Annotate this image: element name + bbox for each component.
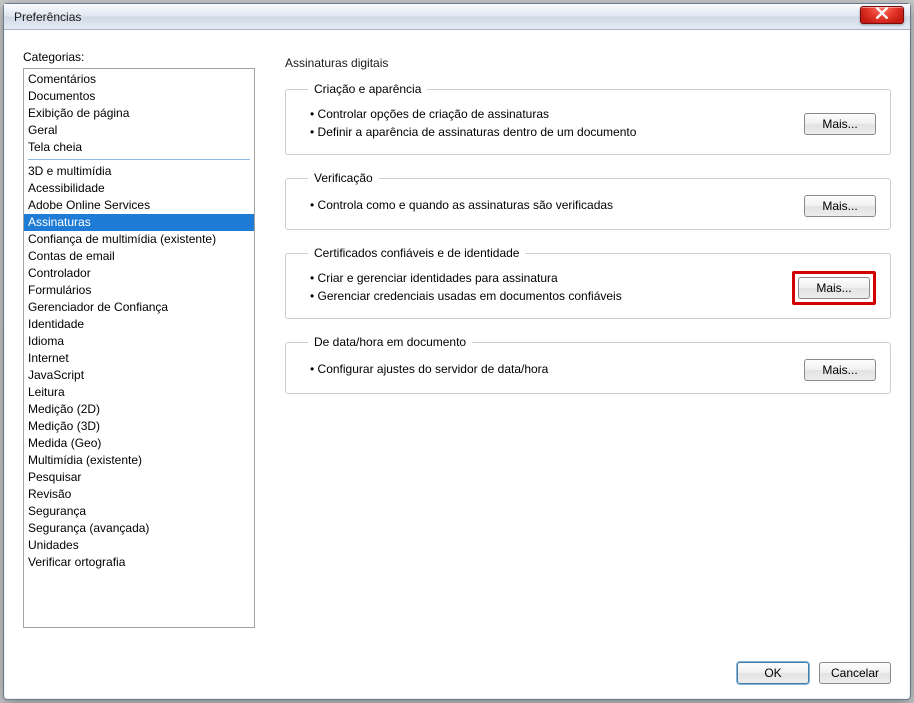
category-item[interactable]: Comentários [24, 71, 254, 88]
panel-title: Assinaturas digitais [285, 56, 891, 70]
category-item[interactable]: Controlador [24, 265, 254, 282]
close-button[interactable] [860, 6, 904, 24]
description-line: Configurar ajustes do servidor de data/h… [310, 361, 792, 377]
section-row: Controlar opções de criação de assinatur… [300, 96, 876, 142]
section-description: Controla como e quando as assinaturas sã… [300, 197, 792, 215]
category-item[interactable]: Multimídia (existente) [24, 452, 254, 469]
ok-button[interactable]: OK [737, 662, 809, 684]
section-legend: Verificação [308, 171, 379, 185]
category-item[interactable]: Formulários [24, 282, 254, 299]
category-separator [28, 159, 250, 160]
category-item[interactable]: Verificar ortografia [24, 554, 254, 571]
category-item[interactable]: Internet [24, 350, 254, 367]
highlight-ring: Mais... [792, 271, 876, 305]
category-item[interactable]: Unidades [24, 537, 254, 554]
categories-list[interactable]: ComentáriosDocumentosExibição de páginaG… [23, 68, 255, 628]
category-item[interactable]: Documentos [24, 88, 254, 105]
category-item[interactable]: Medida (Geo) [24, 435, 254, 452]
category-item[interactable]: Contas de email [24, 248, 254, 265]
section-group: Criação e aparência Controlar opções de c… [285, 82, 891, 155]
section-group: De data/hora em documento Configurar ajus… [285, 335, 891, 394]
description-line: Controlar opções de criação de assinatur… [310, 106, 792, 122]
section-description: Configurar ajustes do servidor de data/h… [300, 361, 792, 379]
category-item[interactable]: Segurança (avançada) [24, 520, 254, 537]
section-row: Controla como e quando as assinaturas sã… [300, 185, 876, 217]
category-item[interactable]: Medição (2D) [24, 401, 254, 418]
category-item[interactable]: Exibição de página [24, 105, 254, 122]
preferences-window: Preferências Categorias: ComentáriosDocu… [3, 3, 911, 700]
more-button[interactable]: Mais... [804, 359, 876, 381]
description-line: Criar e gerenciar identidades para assin… [310, 270, 780, 286]
cancel-button[interactable]: Cancelar [819, 662, 891, 684]
category-item[interactable]: Segurança [24, 503, 254, 520]
section-row: Criar e gerenciar identidades para assin… [300, 260, 876, 306]
section-description: Controlar opções de criação de assinatur… [300, 106, 792, 142]
section-legend: Criação e aparência [308, 82, 427, 96]
signatures-panel: Assinaturas digitais Criação e aparência… [285, 50, 891, 652]
section-row: Configurar ajustes do servidor de data/h… [300, 349, 876, 381]
category-item[interactable]: Geral [24, 122, 254, 139]
category-item[interactable]: Medição (3D) [24, 418, 254, 435]
description-line: Gerenciar credenciais usadas em document… [310, 288, 780, 304]
category-item[interactable]: JavaScript [24, 367, 254, 384]
category-item[interactable]: Idioma [24, 333, 254, 350]
main-row: Categorias: ComentáriosDocumentosExibiçã… [23, 50, 891, 652]
category-item[interactable]: Pesquisar [24, 469, 254, 486]
close-icon [876, 7, 888, 22]
category-item[interactable]: Confiança de multimídia (existente) [24, 231, 254, 248]
category-item[interactable]: Assinaturas [24, 214, 254, 231]
section-legend: Certificados confiáveis e de identidade [308, 246, 525, 260]
more-button[interactable]: Mais... [804, 113, 876, 135]
description-line: Controla como e quando as assinaturas sã… [310, 197, 792, 213]
dialog-footer: OK Cancelar [23, 652, 891, 684]
section-group: Verificação Controla como e quando as ass… [285, 171, 891, 230]
sections-host: Criação e aparência Controlar opções de c… [285, 82, 891, 394]
category-item[interactable]: Revisão [24, 486, 254, 503]
description-line: Definir a aparência de assinaturas dentr… [310, 124, 792, 140]
section-description: Criar e gerenciar identidades para assin… [300, 270, 780, 306]
category-item[interactable]: Gerenciador de Confiança [24, 299, 254, 316]
category-item[interactable]: 3D e multimídia [24, 163, 254, 180]
more-button[interactable]: Mais... [804, 195, 876, 217]
category-item[interactable]: Tela cheia [24, 139, 254, 156]
section-group: Certificados confiáveis e de identidade C… [285, 246, 891, 319]
categories-sidebar: Categorias: ComentáriosDocumentosExibiçã… [23, 50, 255, 652]
category-item[interactable]: Leitura [24, 384, 254, 401]
dialog-content: Categorias: ComentáriosDocumentosExibiçã… [5, 30, 909, 698]
window-title: Preferências [14, 10, 81, 24]
category-item[interactable]: Adobe Online Services [24, 197, 254, 214]
category-item[interactable]: Acessibilidade [24, 180, 254, 197]
titlebar: Preferências [4, 4, 910, 30]
category-item[interactable]: Identidade [24, 316, 254, 333]
section-legend: De data/hora em documento [308, 335, 472, 349]
more-button[interactable]: Mais... [798, 277, 870, 299]
categories-label: Categorias: [23, 50, 255, 64]
